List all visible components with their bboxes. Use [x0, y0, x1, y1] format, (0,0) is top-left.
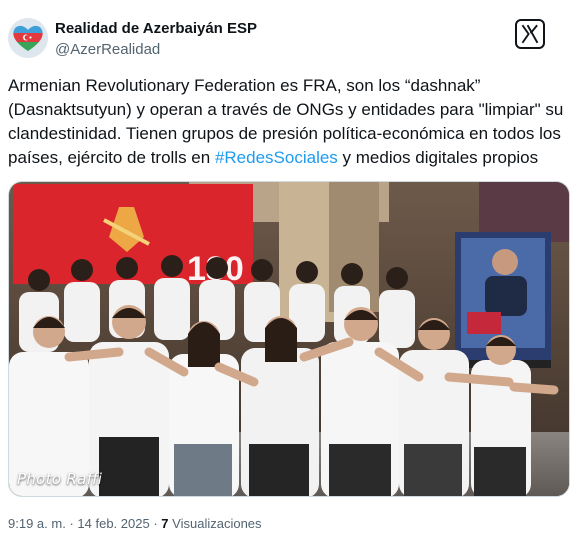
event-photo: 130 — [9, 182, 569, 496]
author-handle[interactable]: @AzerRealidad — [55, 41, 160, 58]
x-logo-icon[interactable] — [515, 19, 545, 49]
tweet-meta: 9:19 a. m. · 14 feb. 2025 · 7 Visualizac… — [8, 516, 262, 531]
tweet-date[interactable]: 14 feb. 2025 — [77, 516, 149, 531]
views-label[interactable]: Visualizaciones — [172, 516, 261, 531]
x-glyph — [521, 24, 539, 44]
hashtag-link[interactable]: #RedesSociales — [215, 148, 338, 167]
tweet-text: Armenian Revolutionary Federation es FRA… — [8, 74, 568, 170]
views-count: 7 — [161, 516, 169, 531]
meta-separator: · — [69, 516, 74, 531]
tweet-time[interactable]: 9:19 a. m. — [8, 516, 66, 531]
tweet-text-part2: y medios digitales propios — [337, 148, 539, 167]
author-avatar[interactable] — [8, 18, 48, 58]
azerbaijan-flag-heart-icon — [8, 18, 48, 58]
meta-separator-2: · — [153, 516, 158, 531]
photo-watermark: Photo Raffi — [17, 470, 103, 488]
tweet-photo[interactable]: 130 — [8, 181, 570, 497]
tweet-card: Realidad de Azerbaiyán ESP @AzerRealidad… — [0, 0, 579, 546]
author-display-name[interactable]: Realidad de Azerbaiyán ESP — [55, 20, 257, 37]
